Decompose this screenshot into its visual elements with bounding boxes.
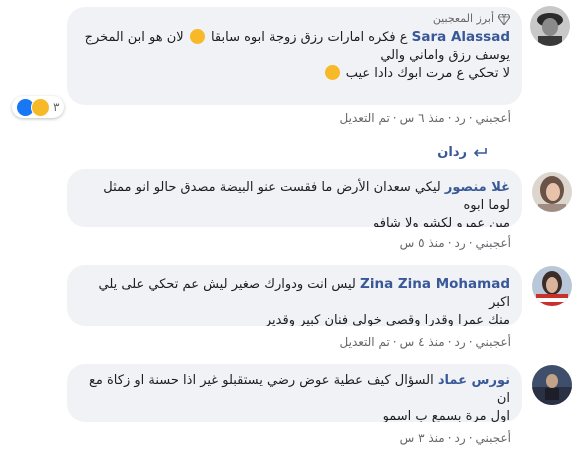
reply-link[interactable]: رد [455, 335, 466, 349]
reply-link[interactable]: رد [455, 431, 466, 445]
timestamp[interactable]: منذ ٤ س [400, 335, 445, 349]
like-link[interactable]: أعجبني [476, 236, 511, 250]
comment-text: نورس عماد السؤال كيف عطية عوض رضي يستقبل… [88, 373, 510, 422]
comment-author[interactable]: غلا منصور [445, 180, 510, 195]
edited-label[interactable]: تم التعديل [340, 111, 390, 125]
comment-text: Sara Alassad ع فكره امارات رزق زوجة ابوه… [84, 29, 510, 81]
comment-bubble: Zina Zina Mohamad ليس انت ودوارك صغير لي… [67, 265, 522, 326]
diamond-icon [498, 13, 510, 25]
laughing-emoji-icon [189, 29, 205, 44]
top-fan-badge: أبرز المعجبين [79, 11, 510, 27]
comment-actions: أعجبني·رد·منذ ٤ س·تم التعديل [339, 335, 511, 349]
comment-author[interactable]: Zina Zina Mohamad [360, 276, 510, 292]
haha-reaction-icon [31, 97, 50, 117]
comment-bubble: غلا منصور ليكي سعدان الأرض ما فقست عنو ا… [67, 169, 522, 227]
reactions-summary[interactable]: ٣ [12, 96, 65, 118]
comment-actions: أعجبني·رد·منذ ٣ س [399, 431, 511, 445]
timestamp[interactable]: منذ ٦ س [400, 111, 445, 125]
surprised-emoji-icon [324, 65, 340, 80]
comment-author[interactable]: نورس عماد [438, 373, 510, 388]
badge-label: أبرز المعجبين [432, 12, 494, 25]
view-replies-button[interactable]: ردان [437, 145, 487, 160]
comment-text: غلا منصور ليكي سعدان الأرض ما فقست عنو ا… [103, 180, 510, 227]
timestamp[interactable]: منذ ٣ س [400, 431, 445, 445]
edited-label[interactable]: تم التعديل [340, 335, 390, 349]
timestamp[interactable]: منذ ٥ س [400, 236, 445, 250]
reply-arrow-icon [473, 147, 487, 157]
avatar[interactable] [530, 6, 570, 46]
like-link[interactable]: أعجبني [476, 335, 511, 349]
comments-thread: أبرز المعجبين Sara Alassad ع فكره امارات… [0, 0, 585, 459]
comment-actions: أعجبني·رد·منذ ٦ س·تم التعديل [339, 111, 511, 125]
reply-link[interactable]: رد [455, 236, 466, 250]
comment-text: Zina Zina Mohamad ليس انت ودوارك صغير لي… [98, 276, 510, 326]
avatar[interactable] [532, 266, 572, 306]
like-link[interactable]: أعجبني [476, 111, 511, 125]
like-link[interactable]: أعجبني [476, 431, 511, 445]
avatar[interactable] [532, 365, 572, 405]
reply-link[interactable]: رد [455, 111, 466, 125]
comment-actions: أعجبني·رد·منذ ٥ س [399, 236, 511, 250]
comment-author[interactable]: Sara Alassad [412, 29, 510, 45]
comment-bubble: أبرز المعجبين Sara Alassad ع فكره امارات… [67, 7, 522, 105]
avatar[interactable] [532, 172, 572, 212]
comment-bubble: نورس عماد السؤال كيف عطية عوض رضي يستقبل… [67, 364, 522, 422]
